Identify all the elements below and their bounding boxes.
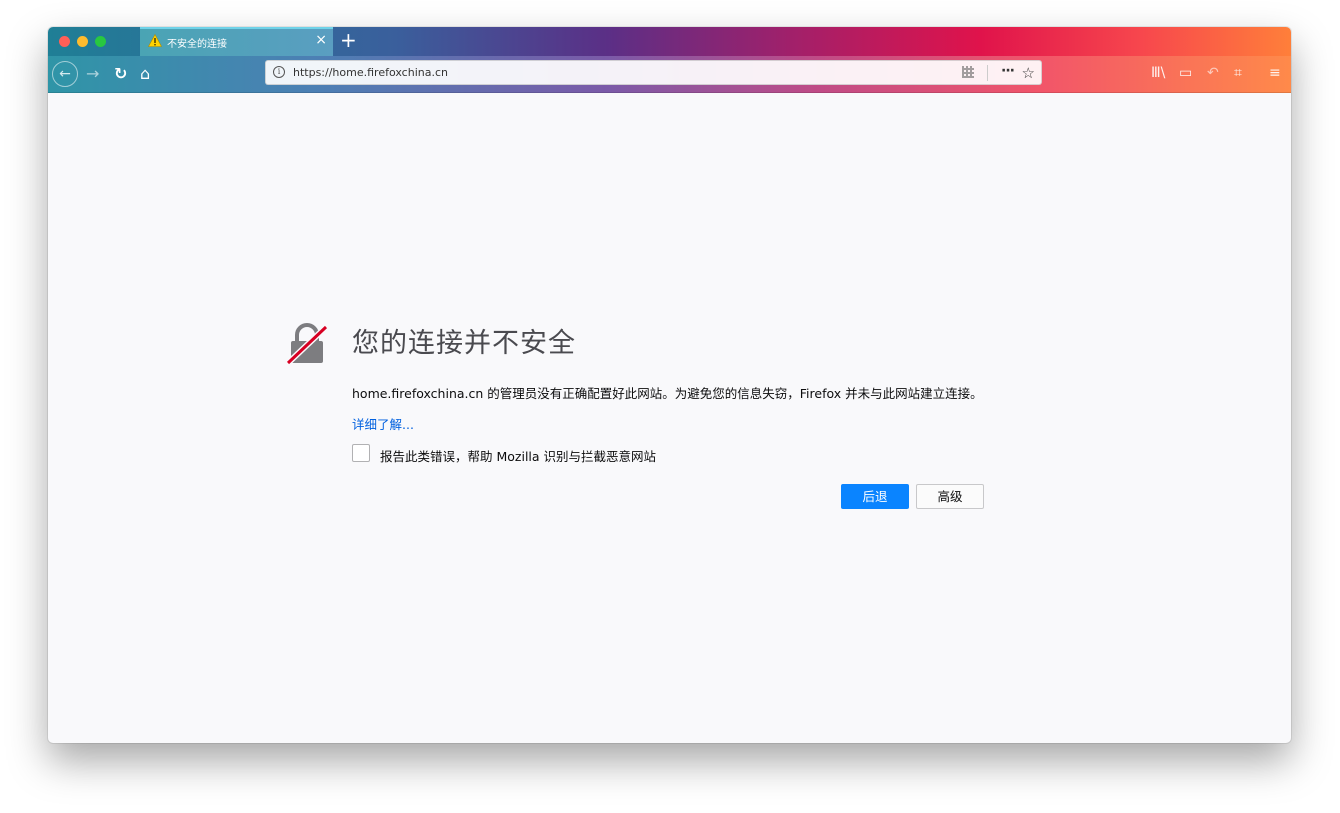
window-maximize-button[interactable] bbox=[95, 36, 106, 47]
menu-icon[interactable]: ≡ bbox=[1269, 65, 1281, 81]
report-label: 报告此类错误，帮助 Mozilla 识别与拦截恶意网站 bbox=[380, 449, 657, 464]
tab-insecure-connection[interactable]: 不安全的连接 × bbox=[140, 27, 333, 56]
error-description: home.firefoxchina.cn 的管理员没有正确配置好此网站。为避免您… bbox=[352, 386, 983, 401]
back-button[interactable]: ← bbox=[52, 61, 78, 87]
learn-more-link[interactable]: 详细了解... bbox=[352, 414, 414, 433]
reload-button[interactable]: ↻ bbox=[114, 65, 127, 83]
report-checkbox[interactable] bbox=[352, 444, 370, 462]
tab-bar: 不安全的连接 × + bbox=[48, 27, 1291, 56]
window-close-button[interactable] bbox=[59, 36, 70, 47]
url-text[interactable]: https://home.firefoxchina.cn bbox=[293, 66, 448, 79]
new-tab-button[interactable]: + bbox=[340, 30, 357, 50]
url-separator bbox=[987, 65, 988, 81]
go-back-button[interactable]: 后退 bbox=[841, 484, 909, 509]
page-title: 您的连接并不安全 bbox=[352, 328, 576, 359]
more-icon[interactable]: ··· bbox=[1001, 63, 1015, 79]
screenshot-icon[interactable]: ⌗ bbox=[1234, 65, 1242, 81]
broken-lock-icon bbox=[286, 323, 328, 365]
tab-close-icon[interactable]: × bbox=[315, 32, 327, 48]
page-content: 您的连接并不安全 home.firefoxchina.cn 的管理员没有正确配置… bbox=[48, 92, 1291, 743]
tab-title: 不安全的连接 bbox=[167, 39, 227, 50]
window-minimize-button[interactable] bbox=[77, 36, 88, 47]
sidebar-icon[interactable]: ▭ bbox=[1179, 65, 1192, 81]
warning-icon bbox=[148, 34, 162, 47]
star-icon[interactable]: ☆ bbox=[1022, 64, 1035, 82]
forward-button[interactable]: → bbox=[86, 65, 99, 83]
home-button[interactable]: ⌂ bbox=[140, 65, 150, 83]
library-icon[interactable]: Ⅲ\ bbox=[1151, 65, 1165, 81]
advanced-button[interactable]: 高级 bbox=[916, 484, 984, 509]
url-bar[interactable]: i https://home.firefoxchina.cn ··· ☆ bbox=[265, 60, 1042, 85]
info-icon[interactable]: i bbox=[273, 66, 285, 78]
qr-code-icon[interactable] bbox=[962, 66, 974, 78]
browser-window: 不安全的连接 × + ← → ↻ ⌂ i https://home.firefo… bbox=[48, 27, 1291, 743]
undo-icon[interactable]: ↶ bbox=[1207, 65, 1219, 81]
